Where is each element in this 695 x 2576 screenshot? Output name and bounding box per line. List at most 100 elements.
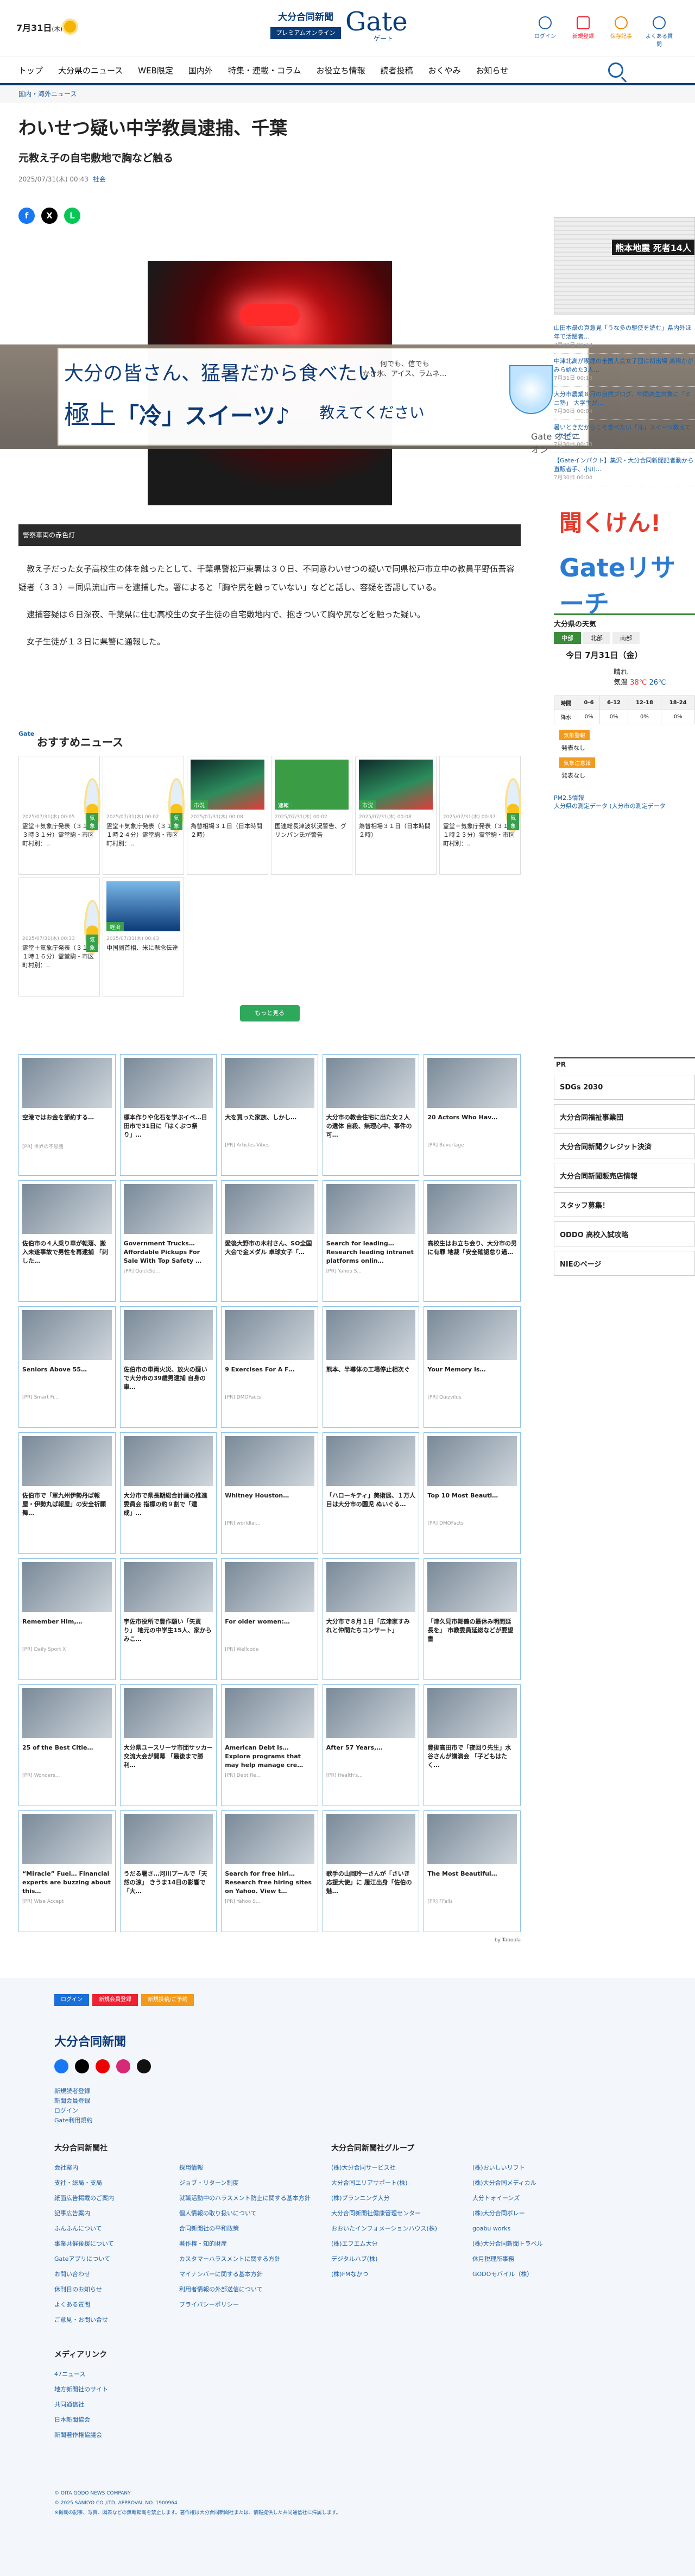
sponsored-card[interactable]: 大分市の教会住宅に出た女２人の遺体 自殺、無理心中、事件の可… (322, 1054, 420, 1176)
nav-notices[interactable]: お知らせ (476, 65, 509, 76)
footer-link[interactable]: 紙面広告掲載のご案内 (54, 2191, 114, 2206)
sponsored-card[interactable]: 愛後大野市の木村さん、SO全国大会で金メダル 卓球女子「… (221, 1180, 318, 1302)
footer-link[interactable]: ジョブ・リターン制度 (179, 2176, 311, 2191)
footer-link[interactable]: 休刊日のお知らせ (54, 2282, 114, 2297)
recommend-card[interactable]: 市況 2025/07/31(木) 00:08 為替相場３１日（日本時間２時） (187, 756, 268, 875)
footer-link[interactable]: Gate利用規約 (54, 2116, 92, 2126)
footer-link[interactable]: よくある質問 (54, 2297, 114, 2312)
footer-link[interactable]: 共同通信社 (54, 2397, 108, 2412)
footer-link[interactable]: 事業共催後援について (54, 2236, 114, 2252)
nav-features[interactable]: 特集・連載・コラム (228, 65, 301, 76)
footer-link[interactable]: デジタルハブ(株) (331, 2252, 437, 2267)
recommend-card[interactable]: 気象 2025/07/31(木) 00:37 霊堂＋気象庁発表（３１日１時２３分）霊… (439, 756, 521, 875)
recommend-card[interactable]: 気象 2025/07/31(木) 00:05 霊堂＋気象庁発表（３１日３時３１分）霊… (18, 756, 100, 875)
footer-link[interactable]: (株)おいしいリフト (472, 2160, 543, 2176)
more-button[interactable]: もっと見る (239, 1005, 300, 1021)
pr-banner[interactable]: 大分合同新聞クレジット決済 (554, 1133, 695, 1158)
sponsored-card[interactable]: “Miracle” Fuel… Financial experts are bu… (18, 1810, 116, 1932)
x-share-icon[interactable]: X (41, 208, 58, 224)
sponsored-card[interactable]: 大分県ユースリーサ市団サッカー交流大会が開幕 「最後まで勝利… (119, 1684, 217, 1806)
pr-banner[interactable]: 大分合同新聞販売店情報 (554, 1163, 695, 1188)
footer-link[interactable]: 新聞著作権協議会 (54, 2428, 108, 2443)
sponsored-card[interactable]: 「ハローキティ」美術展、１万人目は大分市の園児 ぬいぐる… (322, 1432, 420, 1554)
recommend-card[interactable]: 気象 2025/07/31(木) 00:33 霊堂＋気象庁発表（３１日１時１６分）霊… (18, 878, 100, 996)
recommend-card[interactable]: 気象 2025/07/31(木) 00:02 霊堂＋気象庁発表（３１日１時２４分）霊… (103, 756, 184, 875)
newspaper-thumbnail[interactable]: 熊本地震 死者14人 (554, 217, 695, 315)
sponsored-card[interactable]: Search for leading… Research leading int… (322, 1180, 420, 1302)
footer-link[interactable]: おおいたインフォメーションハウス(株) (331, 2221, 437, 2236)
sponsored-card[interactable]: For older women:… [PR] Wellcode (221, 1558, 318, 1680)
sponsored-card[interactable]: 「津久見市舞鶴の最休み明問延長を」 市教委員延総などが要望書 (424, 1558, 521, 1680)
sponsored-card[interactable]: Top 10 Most Beauti… [PR] DMOFacts (424, 1432, 521, 1554)
nav-useful-info[interactable]: お役立ち情報 (316, 65, 365, 76)
pr-banner[interactable]: 大分合同福祉事業団 (554, 1104, 695, 1129)
nav-reader-posts[interactable]: 読者投稿 (380, 65, 413, 76)
list-item[interactable]: 大分市農業８月の自然ブログ、中間高生対象に「ミニ塾」 大学生が… 7月30日 00… (554, 387, 695, 420)
footer-login-button[interactable]: ログイン (54, 1994, 89, 2006)
weather-tab[interactable]: 北部 (583, 632, 610, 644)
footer-link[interactable]: 休月税理所事務 (472, 2252, 543, 2267)
footer-link[interactable]: 個人情報の取り扱いについて (179, 2206, 311, 2221)
sponsored-card[interactable]: Your Memory Is… [PR] Quizvilus (424, 1306, 521, 1428)
gate-research-banner[interactable]: 聞くけん! Gateリサーチ (554, 494, 695, 618)
footer-link[interactable]: 新聞会員登録 (54, 2096, 92, 2106)
x-icon[interactable] (75, 2059, 89, 2073)
pr-banner[interactable]: NIEのページ (554, 1251, 695, 1276)
weather-tab[interactable]: 南部 (612, 632, 640, 644)
footer-link[interactable]: 47ニュース (54, 2367, 108, 2382)
sponsored-card[interactable]: 佐伯市の車両火災、放火の疑いで大分市の39歳男逮捕 自身の車… (119, 1306, 217, 1428)
bookmark-link[interactable]: 保存記事 (607, 16, 635, 48)
footer-link[interactable]: 大分合同新聞社健康管理センター (331, 2206, 437, 2221)
footer-link[interactable]: (株)プランニング大分 (331, 2191, 437, 2206)
footer-link[interactable]: 大分トォイーンズ (472, 2191, 543, 2206)
facebook-share-icon[interactable]: f (18, 208, 35, 224)
footer-link[interactable]: 就職活動中のハラスメント防止に関する基本方針 (179, 2191, 311, 2206)
sponsored-card[interactable]: Government Trucks… Affordable Pickups Fo… (119, 1180, 217, 1302)
sponsored-card[interactable]: 大分市で８月１日「広津家すみれと仲間たちコンサート」 (322, 1558, 420, 1680)
footer-link[interactable]: (株)大分合同サービス社 (331, 2160, 437, 2176)
nav-web-only[interactable]: WEB限定 (138, 65, 173, 76)
sponsored-card[interactable]: American Debt Is… Explore programs that … (221, 1684, 318, 1806)
footer-link[interactable]: 支社・総局・支局 (54, 2176, 114, 2191)
article-tag[interactable]: 社会 (93, 176, 106, 183)
footer-link[interactable]: GODOモバイル（株） (472, 2267, 543, 2282)
youtube-icon[interactable] (96, 2059, 110, 2073)
footer-link[interactable]: プライバシーポリシー (179, 2297, 311, 2312)
nav-domestic[interactable]: 国内外 (188, 65, 213, 76)
footer-link[interactable]: 記事広告案内 (54, 2206, 114, 2221)
sponsored-card[interactable]: The Most Beautiful… [PR] FFalls (424, 1810, 521, 1932)
nav-obituaries[interactable]: おくやみ (428, 65, 461, 76)
sponsored-card[interactable]: 歌手の山岡玲一さんが「さいき応援大使」に 履江出身「佐伯の魅… (322, 1810, 420, 1932)
nav-oita-news[interactable]: 大分県のニュース (58, 65, 123, 76)
footer-link[interactable]: 新規読者登録 (54, 2086, 92, 2096)
footer-link[interactable]: カスタマーハラスメントに関する方針 (179, 2252, 311, 2267)
help-link[interactable]: よくある質問 (645, 16, 673, 48)
sponsored-card[interactable]: 佐伯市で「軍九州伊勢丹ば報屋・伊勢丸ば報屋」の安全祈願 舞… (18, 1432, 116, 1554)
footer-link[interactable]: マイナンバーに関する基本方針 (179, 2267, 311, 2282)
footer-link[interactable]: 著作権・知的財産 (179, 2236, 311, 2252)
sponsored-card[interactable]: 大分市で県長期総合計画の推進委員会 指標の約９割で「達成」… (119, 1432, 217, 1554)
footer-link[interactable]: (株)大分合同メディカル (472, 2176, 543, 2191)
recommend-card[interactable]: 市況 2025/07/31(木) 00:08 為替相場３１日（日本時間２時） (355, 756, 437, 875)
sponsored-card[interactable]: Search for free hiri… Research free hiri… (221, 1810, 318, 1932)
footer-link[interactable]: ログイン (54, 2106, 92, 2116)
recommend-card[interactable]: 速報 2025/07/31(木) 00:02 国連総長津波状況警告、グリンパン氏が警… (271, 756, 352, 875)
list-item[interactable]: 【Gateインパクト】集沢・大分合同新聞記者動から 直販者手、小川… 7月30日 … (554, 453, 695, 486)
footer-link[interactable]: 会社案内 (54, 2160, 114, 2176)
list-item[interactable]: 中津北高が喫煙の全国大会女子団に初出場 高稀かがみら始めた3人… 7月31日 00… (554, 354, 695, 387)
footer-link[interactable]: お問い合わせ (54, 2267, 114, 2282)
tiktok-icon[interactable] (137, 2059, 151, 2073)
sponsored-card[interactable]: 20 Actors Who Hav… [PR] Beverlage (424, 1054, 521, 1176)
pm25-link[interactable]: PM2.5情報 大分県の測定データ (大分市の測定データ (554, 794, 695, 810)
footer-link[interactable]: ふんふんについて (54, 2221, 114, 2236)
footer-link[interactable]: ご意見・お問い合せ (54, 2312, 114, 2328)
site-logo[interactable]: 大分合同新聞 プレミアムオンライン Gate ゲート (270, 7, 425, 43)
footer-link[interactable]: (株)エフエム大分 (331, 2236, 437, 2252)
sponsored-card[interactable]: 高校生はお立ち会り、大分市の男に有罪 地裁「安全確認怠り過… (424, 1180, 521, 1302)
footer-register-button[interactable]: 新規会員登録 (92, 1994, 138, 2006)
weather-tab[interactable]: 中部 (554, 632, 581, 644)
list-item[interactable]: 山田本最の真意見「うな多の駆使を読む」県内外ほ年で活躍者… 7月30日 00:13 (554, 321, 695, 354)
footer-link[interactable]: 採用情報 (179, 2160, 311, 2176)
sponsored-card[interactable]: Whitney Houston… [PR] worldlai... (221, 1432, 318, 1554)
sponsored-card[interactable]: うだる暑さ…河川プールで「天然の涼」 きうま14日の影響で「大… (119, 1810, 217, 1932)
